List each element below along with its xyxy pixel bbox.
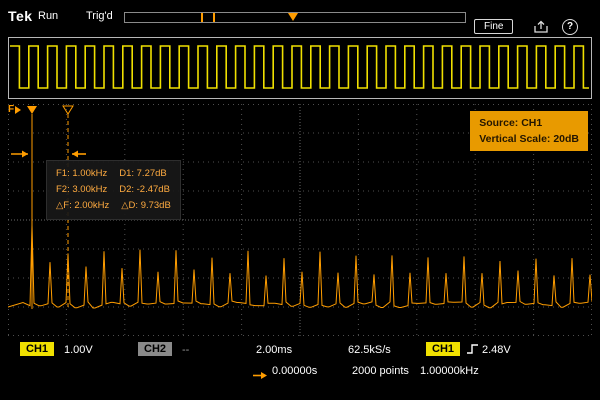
help-icon[interactable]: ?	[562, 19, 578, 35]
ch1-scale: 1.00V	[64, 344, 93, 356]
fft-vertical-scale-label: Vertical Scale: 20dB	[479, 131, 579, 147]
record-length-readout: 2000 points	[352, 365, 409, 377]
timebase-readout: 2.00ms	[256, 344, 292, 356]
trigger-source-badge[interactable]: CH1	[426, 342, 460, 356]
cursor-f1: F1: 1.00kHz	[56, 168, 107, 179]
cursor-delta-d: △D: 9.73dB	[121, 200, 171, 211]
waveform-preview	[8, 37, 592, 99]
cursor-d1: D1: 7.27dB	[119, 168, 167, 179]
cursor-readout-box: F1: 1.00kHz D1: 7.27dB F2: 3.00kHz D2: -2.…	[46, 160, 181, 220]
ch1-badge[interactable]: CH1	[20, 342, 54, 356]
window-tick-right	[213, 13, 215, 22]
cursor-b-marker-icon[interactable]	[63, 106, 73, 114]
cursor-a-arrow-icon	[11, 151, 28, 158]
cursor-b-arrow-icon	[72, 151, 86, 158]
ch2-scale: --	[182, 344, 189, 356]
fine-button[interactable]: Fine	[474, 19, 513, 34]
horizontal-position-arrow-icon	[252, 367, 268, 385]
trigger-position-marker[interactable]	[288, 13, 298, 21]
fft-source-box: Source: CH1 Vertical Scale: 20dB	[470, 111, 588, 151]
trigger-level-readout: 2.48V	[482, 344, 511, 356]
top-bar: Tek Run Trig'd Fine ?	[0, 0, 600, 34]
preview-square-wave	[9, 38, 589, 96]
trigger-slope-icon	[466, 342, 479, 361]
help-glyph: ?	[567, 21, 573, 32]
sample-rate-readout: 62.5kS/s	[348, 344, 391, 356]
cursor-d2: D2: -2.47dB	[119, 184, 170, 195]
cursor-f2: F2: 3.00kHz	[56, 184, 107, 195]
acquisition-status: Run	[38, 10, 58, 22]
tek-logo: Tek	[8, 8, 33, 24]
horizontal-offset-readout: 0.00000s	[272, 365, 317, 377]
cursor-a-marker-icon[interactable]	[27, 106, 37, 114]
fft-display: Source: CH1 Vertical Scale: 20dB F1: 1.0…	[8, 104, 592, 336]
fft-source-label: Source: CH1	[479, 115, 579, 131]
cursor-delta-f: △F: 2.00kHz	[56, 200, 109, 211]
trigger-position-bar[interactable]	[124, 12, 466, 23]
window-tick-left	[201, 13, 203, 22]
trigger-status: Trig'd	[86, 10, 113, 22]
ch2-badge[interactable]: CH2	[138, 342, 172, 356]
trigger-frequency-readout: 1.00000kHz	[420, 365, 479, 377]
